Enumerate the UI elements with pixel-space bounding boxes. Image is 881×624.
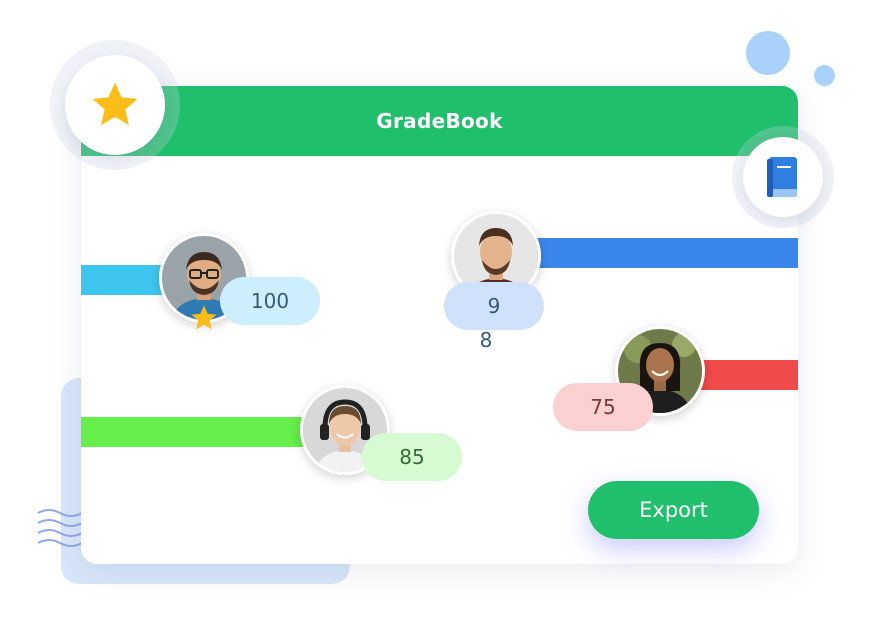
book-icon bbox=[767, 157, 797, 197]
star-badge-inner bbox=[65, 55, 165, 155]
student-bar-4 bbox=[81, 417, 326, 447]
score-value: 75 bbox=[590, 395, 616, 419]
score-value: 9 bbox=[487, 294, 501, 318]
score-pill-3: 75 bbox=[553, 383, 653, 431]
score-value: 85 bbox=[399, 445, 425, 469]
score-pill-1: 100 bbox=[220, 277, 320, 325]
export-button[interactable]: Export bbox=[588, 481, 759, 539]
app-title: GradeBook bbox=[376, 109, 503, 133]
book-badge-inner bbox=[743, 137, 823, 217]
star-icon bbox=[191, 305, 217, 330]
decor-dot-large bbox=[746, 31, 790, 75]
student-bar-2 bbox=[531, 238, 798, 268]
book-badge bbox=[732, 126, 834, 228]
score-pill-2: 9 bbox=[444, 282, 544, 330]
star-icon bbox=[92, 82, 138, 126]
decor-dot-small bbox=[814, 65, 835, 86]
star-badge bbox=[50, 40, 180, 170]
app-header: GradeBook bbox=[81, 86, 798, 156]
score-pill-4: 85 bbox=[362, 433, 462, 481]
score-value: 100 bbox=[250, 289, 290, 313]
score-overflow-text: 8 bbox=[479, 328, 493, 352]
